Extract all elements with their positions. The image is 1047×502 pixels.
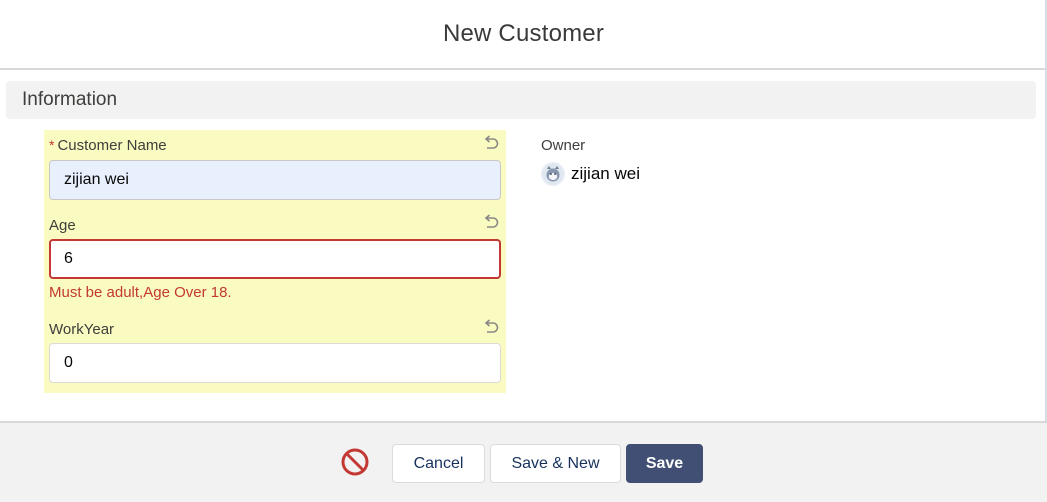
user-avatar-icon bbox=[541, 162, 565, 186]
age-error-message: Must be adult,Age Over 18. bbox=[49, 284, 232, 301]
cancel-button[interactable]: Cancel bbox=[392, 444, 485, 483]
work-year-value: 0 bbox=[64, 354, 73, 371]
customer-name-input[interactable]: zijian wei bbox=[49, 160, 501, 200]
modal-header: New Customer bbox=[0, 0, 1047, 70]
section-header-information[interactable]: Information bbox=[6, 81, 1036, 119]
required-indicator: * bbox=[49, 137, 55, 153]
age-value: 6 bbox=[64, 250, 73, 267]
owner-field: zijian wei bbox=[541, 162, 640, 186]
modal-title: New Customer bbox=[442, 20, 605, 47]
customer-name-value: zijian wei bbox=[64, 171, 129, 188]
age-input[interactable]: 6 bbox=[49, 239, 501, 279]
error-ban-icon[interactable] bbox=[340, 447, 370, 477]
owner-label: Owner bbox=[541, 137, 586, 154]
undo-icon[interactable] bbox=[482, 213, 500, 231]
owner-name-link[interactable]: zijian wei bbox=[571, 164, 640, 184]
undo-icon[interactable] bbox=[482, 318, 500, 336]
customer-name-label: * Customer Name bbox=[49, 137, 167, 154]
undo-icon[interactable] bbox=[482, 134, 500, 152]
age-label: Age bbox=[49, 217, 76, 234]
work-year-label: WorkYear bbox=[49, 321, 115, 338]
save-button[interactable]: Save bbox=[626, 444, 703, 483]
work-year-input[interactable]: 0 bbox=[49, 343, 501, 383]
customer-name-label-text: Customer Name bbox=[57, 137, 167, 154]
section-title: Information bbox=[22, 89, 118, 110]
save-and-new-button[interactable]: Save & New bbox=[490, 444, 621, 483]
